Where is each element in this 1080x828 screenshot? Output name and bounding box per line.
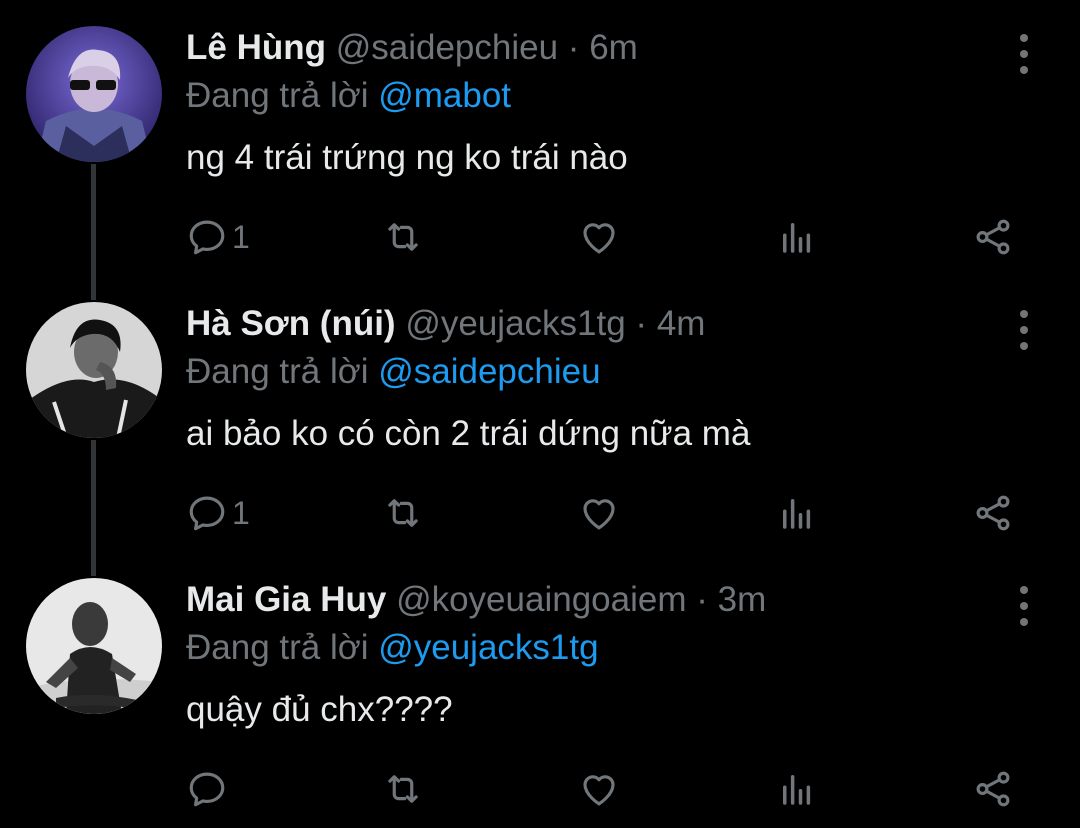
more-icon: [1020, 34, 1028, 42]
replying-to: Đang trả lời @mabot: [186, 72, 1020, 120]
replying-prefix: Đang trả lời: [186, 352, 369, 391]
tweet[interactable]: Hà Sơn (núi) @yeujacks1tg · 4m Đang trả …: [0, 276, 1080, 552]
like-button[interactable]: [578, 489, 620, 537]
avatar[interactable]: [26, 302, 162, 438]
retweet-button[interactable]: [382, 765, 424, 813]
mention-link[interactable]: @yeujacks1tg: [378, 628, 598, 667]
views-icon: [783, 223, 811, 253]
like-button[interactable]: [578, 213, 620, 261]
display-name[interactable]: Hà Sơn (núi): [186, 304, 396, 343]
reply-button[interactable]: 1: [186, 489, 250, 537]
views-icon: [783, 499, 811, 529]
avatar[interactable]: [26, 578, 162, 714]
avatar-image: [26, 578, 162, 714]
reply-count: 1: [232, 218, 250, 255]
mention-link[interactable]: @saidepchieu: [378, 352, 600, 391]
retweet-icon: [388, 775, 418, 803]
avatar-image: [26, 302, 162, 438]
tweet-text: ai bảo ko có còn 2 trái dứng nữa mà: [186, 414, 751, 453]
tweet-text: quậy đủ chx????: [186, 690, 453, 729]
action-bar: 1: [0, 489, 1080, 537]
more-icon: [1020, 586, 1028, 594]
replying-to: Đang trả lời @yeujacks1tg: [186, 624, 1020, 672]
avatar-image: [26, 26, 162, 162]
share-icon: [976, 771, 1010, 807]
reply-icon: [189, 220, 225, 255]
more-options-button[interactable]: [1014, 310, 1034, 350]
views-icon: [783, 775, 811, 805]
like-icon: [583, 775, 615, 806]
separator: ·: [696, 580, 708, 619]
reply-icon: [189, 772, 225, 807]
more-options-button[interactable]: [1014, 34, 1034, 74]
share-button[interactable]: [972, 489, 1014, 537]
reply-button[interactable]: [186, 765, 232, 813]
tweet[interactable]: Mai Gia Huy @koyeuaingoaiem · 3m Đang tr…: [0, 552, 1080, 828]
tweet[interactable]: Lê Hùng @saidepchieu · 6m Đang trả lời @…: [0, 0, 1080, 276]
like-icon: [583, 499, 615, 530]
display-name[interactable]: Lê Hùng: [186, 28, 326, 67]
avatar[interactable]: [26, 26, 162, 162]
action-bar: 1: [0, 213, 1080, 261]
action-bar: [0, 765, 1080, 813]
separator: ·: [635, 304, 648, 343]
mention-link[interactable]: @mabot: [378, 76, 511, 115]
views-button[interactable]: [776, 213, 818, 261]
timestamp[interactable]: 3m: [718, 580, 767, 619]
retweet-icon: [388, 499, 418, 527]
more-options-button[interactable]: [1014, 586, 1034, 626]
share-button[interactable]: [972, 213, 1014, 261]
timestamp[interactable]: 4m: [657, 304, 706, 343]
tweet-text: ng 4 trái trứng ng ko trái nào: [186, 138, 628, 177]
retweet-icon: [388, 223, 418, 251]
views-button[interactable]: [776, 489, 818, 537]
display-name[interactable]: Mai Gia Huy: [186, 580, 386, 619]
views-button[interactable]: [776, 765, 818, 813]
handle[interactable]: @yeujacks1tg: [405, 304, 625, 343]
separator: ·: [567, 28, 580, 67]
retweet-button[interactable]: [382, 489, 424, 537]
share-button[interactable]: [972, 765, 1014, 813]
reply-button[interactable]: 1: [186, 213, 250, 261]
like-button[interactable]: [578, 765, 620, 813]
handle[interactable]: @saidepchieu: [336, 28, 558, 67]
replying-prefix: Đang trả lời: [186, 76, 369, 115]
timestamp[interactable]: 6m: [589, 28, 638, 67]
reply-count: 1: [232, 494, 250, 531]
retweet-button[interactable]: [382, 213, 424, 261]
like-icon: [583, 223, 615, 254]
handle[interactable]: @koyeuaingoaiem: [396, 580, 686, 619]
replying-to: Đang trả lời @saidepchieu: [186, 348, 1020, 396]
replying-prefix: Đang trả lời: [186, 628, 369, 667]
share-icon: [976, 495, 1010, 531]
more-icon: [1020, 310, 1028, 318]
share-icon: [976, 219, 1010, 255]
reply-icon: [189, 496, 225, 531]
